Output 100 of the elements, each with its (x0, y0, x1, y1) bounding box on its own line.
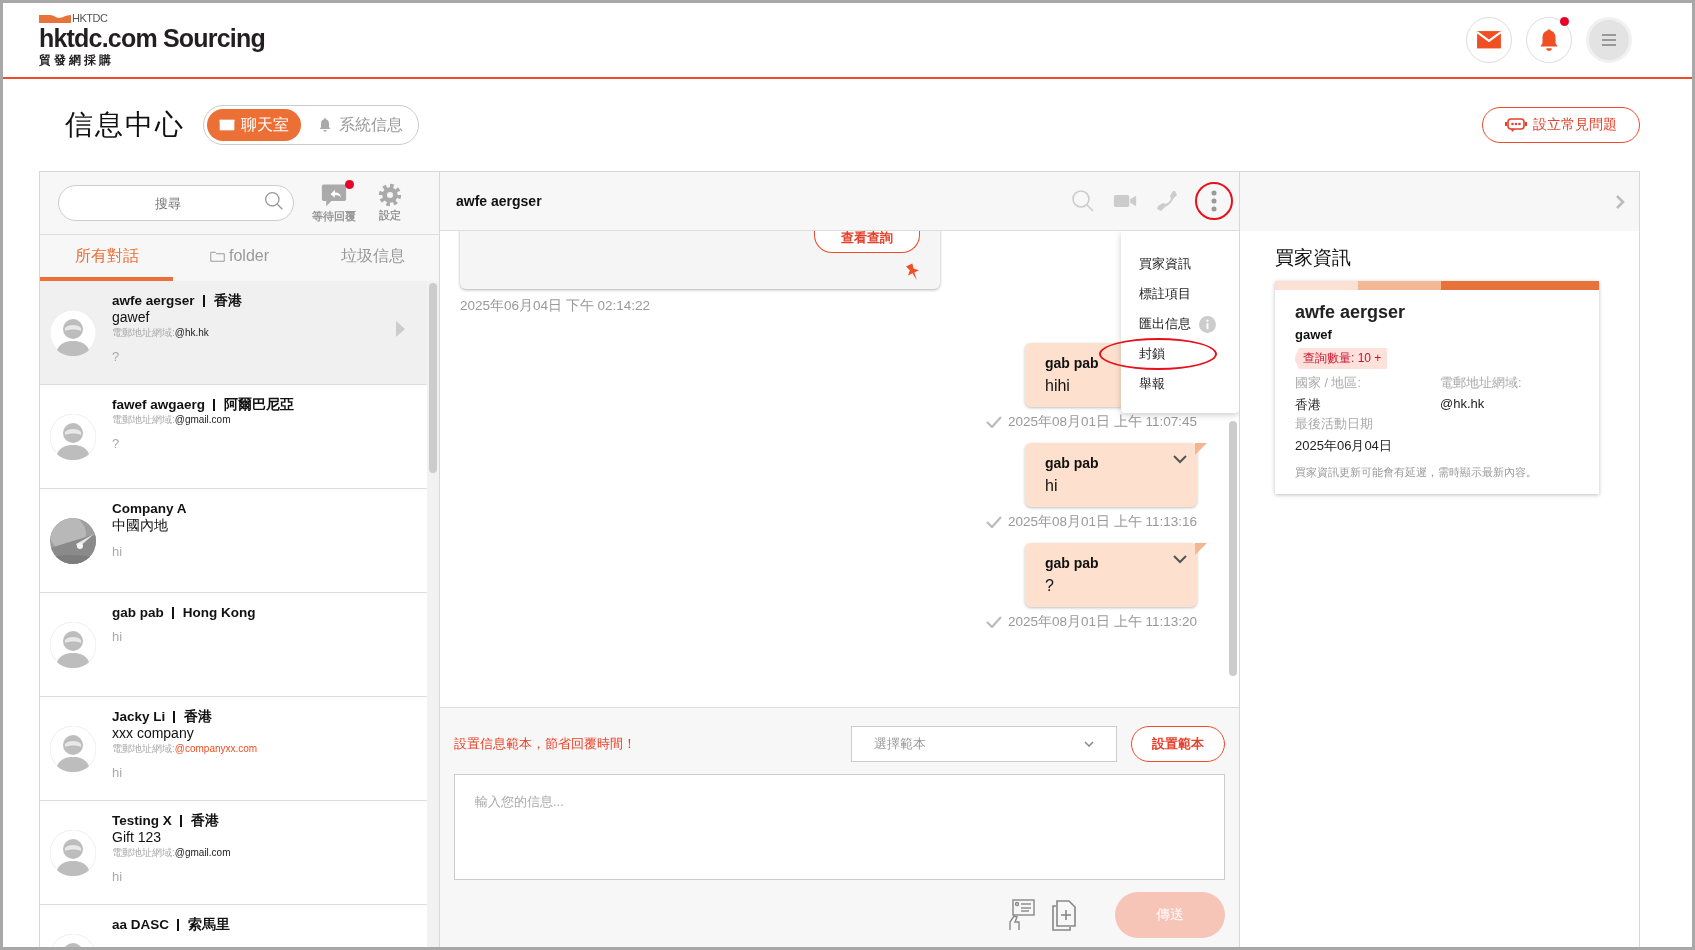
contact-name: Company A (112, 501, 187, 516)
view-inquiry-button[interactable]: 查看查詢 (814, 231, 920, 253)
template-hint: 設置信息範本，節省回覆時間！ (454, 735, 637, 753)
message-preview: hi (112, 629, 124, 644)
message-options-button[interactable] (1173, 455, 1187, 464)
search-icon (264, 191, 284, 211)
logo-mark-icon (39, 12, 71, 23)
pushpin-icon (906, 263, 920, 281)
email-label: 電郵地址網域: (112, 846, 175, 860)
site-subtitle: 貿發網採購 (39, 51, 115, 69)
contact-region: 香港 (202, 294, 242, 307)
more-button[interactable] (1195, 182, 1233, 220)
contact-region: 香港 (173, 710, 213, 723)
avatar-icon (50, 621, 96, 668)
chevron-down-icon (1173, 555, 1187, 564)
email-domain: @hk.hk (174, 327, 209, 338)
add-file-button[interactable] (1051, 899, 1077, 931)
info-note: 買家資訊更新可能會有延遲，需時顯示最新內容。 (1295, 465, 1538, 480)
triangle-right-icon (396, 321, 405, 337)
chat-title: awfe aergser (456, 193, 543, 209)
chevron-down-icon (1084, 741, 1094, 747)
company-name: gawef (112, 309, 151, 325)
chevron-down-icon (1173, 455, 1187, 464)
contact-name: awfe aergser (112, 293, 195, 308)
robot-chat-icon (1505, 117, 1527, 133)
message-time: 2025年06月04日 下午 02:14:22 (460, 297, 652, 315)
menu-item[interactable]: 標註項目 (1121, 283, 1191, 305)
notification-button[interactable] (1526, 17, 1572, 63)
field-label: 電郵地址網域: (1440, 375, 1523, 392)
buyer-company: gawef (1295, 327, 1333, 342)
contact-region: 香港 (179, 814, 219, 827)
mail-button[interactable] (1466, 17, 1512, 63)
kebab-menu-icon (1210, 189, 1218, 213)
company-name: 中國內地 (112, 517, 169, 535)
email-domain: @gmail.com (174, 414, 231, 425)
scrollbar-thumb[interactable] (1229, 421, 1237, 676)
contact-name: Testing X (112, 813, 172, 828)
scrollbar-thumb[interactable] (429, 283, 437, 473)
field-label: 最後活動日期 (1295, 416, 1374, 433)
site-title: hktdc.com Sourcing (39, 23, 265, 52)
section-title: 買家資訊 (1275, 246, 1352, 270)
contact-name: gab pab (112, 605, 164, 620)
field-value: @hk.hk (1440, 396, 1486, 411)
page-title: 信息中心 (65, 108, 185, 142)
message-field[interactable]: 輸入您的信息... (454, 774, 1225, 880)
message-time: 2025年08月01日 上午 11:07:45 (1007, 413, 1197, 431)
company-name: Gift 123 (112, 829, 163, 845)
company-name: xxx company (112, 725, 195, 741)
set-template-button[interactable]: 設置範本 (1131, 726, 1225, 762)
message-preview: ? (112, 436, 121, 451)
message-preview: hi (112, 544, 124, 559)
message-text: hihi (1045, 377, 1070, 395)
email-label: 電郵地址網域: (112, 413, 175, 427)
field-label: 國家 / 地區: (1295, 375, 1362, 392)
field-value: 香港 (1295, 396, 1322, 414)
menu-item[interactable]: 買家資訊 (1121, 253, 1191, 275)
info-icon (1199, 315, 1216, 333)
avatar-icon (50, 829, 96, 876)
corner-flag (1195, 443, 1207, 455)
menu-item[interactable]: 封鎖 (1121, 343, 1165, 365)
contact-region: 阿爾巴尼亞 (213, 398, 295, 411)
menu-button[interactable] (1586, 17, 1632, 63)
logo-mark-text: HKTDC (72, 11, 108, 24)
message-time: 2025年08月01日 上午 11:13:16 (1007, 513, 1197, 531)
phone-icon (1155, 189, 1179, 213)
message-text: ? (1045, 577, 1054, 595)
inquiry-count-tag: 查詢數量: 10 + (1295, 348, 1388, 369)
message-time: 2025年08月01日 上午 11:13:20 (1007, 613, 1197, 631)
folder-icon (210, 250, 225, 262)
collapse-button[interactable] (1615, 193, 1625, 210)
chevron-right-icon (1615, 193, 1625, 210)
sender-name: gab pab (1045, 555, 1099, 571)
avatar-icon (50, 413, 96, 460)
contact-region: Hong Kong (171, 606, 256, 619)
sender-name: gab pab (1045, 455, 1099, 471)
menu-item[interactable]: 匯出信息 (1121, 313, 1216, 335)
message-preview: hi (112, 869, 124, 884)
contact-region: 索馬里 (177, 918, 231, 931)
contact-name: fawef awgaerg (112, 397, 206, 412)
menu-item[interactable]: 舉報 (1121, 373, 1165, 395)
speech-bubble-icon (321, 182, 347, 208)
field-value: 2025年06月04日 (1295, 437, 1393, 455)
sender-name: gab pab (1045, 355, 1099, 371)
avatar-icon (50, 725, 96, 772)
email-domain: @companyxx.com (174, 743, 258, 754)
business-card-button[interactable] (1007, 899, 1035, 931)
faq-button[interactable]: 設立常見問題 (1482, 107, 1640, 143)
message-options-button[interactable] (1173, 555, 1187, 564)
email-domain: @gmail.com (174, 847, 231, 858)
copy-plus-icon (1051, 899, 1077, 931)
search-icon (1071, 189, 1095, 213)
contact-name: aa DASC (112, 917, 170, 932)
buyer-name: awfe aergser (1295, 302, 1407, 323)
email-label: 電郵地址網域: (112, 742, 175, 756)
card-hand-icon (1007, 899, 1035, 931)
message-text: hi (1045, 477, 1058, 495)
message-preview: hi (112, 765, 124, 780)
message-preview: ? (112, 349, 121, 364)
gear-icon (378, 183, 402, 207)
search-field[interactable]: 搜尋 (58, 185, 294, 221)
